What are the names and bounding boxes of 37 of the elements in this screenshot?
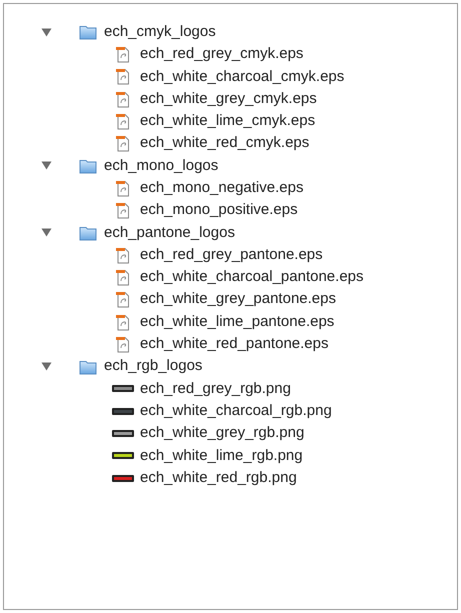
folder-icon: [79, 24, 97, 40]
file-name[interactable]: ech_red_grey_pantone.eps: [140, 244, 323, 266]
document-icon: [115, 291, 131, 308]
file-name[interactable]: ech_white_red_pantone.eps: [140, 333, 328, 356]
file-name[interactable]: ech_white_red_rgb.png: [140, 466, 297, 490]
document-icon: [115, 268, 131, 286]
file-name[interactable]: ech_white_lime_cmyk.eps: [140, 110, 316, 133]
document-icon: [115, 314, 131, 330]
file-name[interactable]: ech_white_charcoal_rgb.png: [140, 400, 332, 422]
file-name[interactable]: ech_mono_negative.eps: [140, 176, 304, 200]
folder-name[interactable]: ech_cmyk_logos: [104, 20, 216, 44]
file-name[interactable]: ech_white_grey_rgb.png: [140, 422, 304, 445]
file-name[interactable]: ech_mono_positive.eps: [140, 199, 298, 222]
file-name[interactable]: ech_white_charcoal_cmyk.eps: [140, 66, 344, 88]
document-icon: [115, 135, 131, 152]
file-name[interactable]: ech_white_charcoal_pantone.eps: [140, 266, 364, 289]
file-name[interactable]: ech_white_lime_pantone.eps: [140, 310, 334, 334]
folder-name[interactable]: ech_pantone_logos: [104, 222, 235, 244]
file-name[interactable]: ech_white_grey_cmyk.eps: [140, 88, 317, 110]
document-icon: [115, 112, 131, 130]
document-icon: [115, 180, 131, 197]
file-name[interactable]: ech_white_lime_rgb.png: [140, 444, 303, 468]
document-icon: [115, 46, 131, 63]
folder-icon: [79, 358, 97, 375]
folder-name[interactable]: ech_rgb_logos: [104, 355, 202, 378]
document-icon: [115, 90, 131, 108]
file-name[interactable]: ech_red_grey_rgb.png: [140, 378, 291, 400]
document-icon: [115, 246, 131, 264]
folder-icon: [79, 158, 97, 174]
document-icon: [115, 336, 131, 353]
folder-icon: [79, 224, 97, 241]
file-name[interactable]: ech_white_grey_pantone.eps: [140, 288, 336, 311]
file-name[interactable]: ech_white_red_cmyk.eps: [140, 132, 310, 155]
document-icon: [115, 68, 131, 86]
document-icon: [115, 202, 131, 220]
file-name[interactable]: ech_red_grey_cmyk.eps: [140, 43, 304, 66]
folder-name[interactable]: ech_mono_logos: [104, 154, 218, 178]
